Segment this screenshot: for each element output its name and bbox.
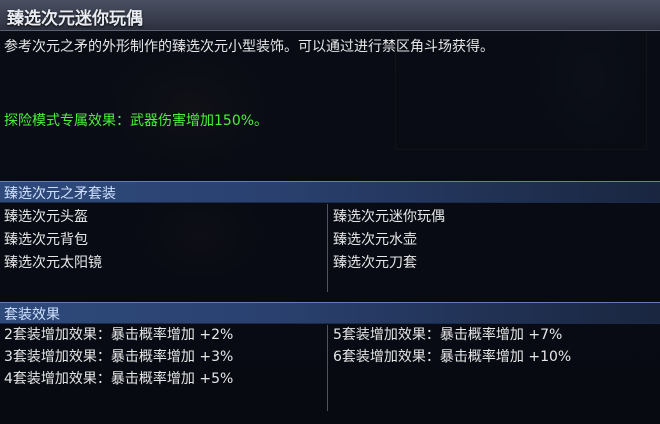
effects-column-divider (327, 325, 328, 411)
set-effect-right-2: 6套装增加效果：暴击概率增加 +10% (333, 349, 572, 365)
set-effect-right-1: 5套装增加效果：暴击概率增加 +7% (333, 327, 563, 343)
set-piece-right-1: 臻选次元迷你玩偶 (333, 209, 445, 225)
set-name: 臻选次元之矛套装 (4, 186, 116, 202)
item-tooltip: 臻选次元迷你玩偶 参考次元之矛的外形制作的臻选次元小型装饰。可以通过进行禁区角斗… (0, 0, 660, 424)
set-piece-left-3: 臻选次元太阳镜 (4, 255, 102, 271)
set-piece-left-2: 臻选次元背包 (4, 232, 88, 248)
set-effect-left-3: 4套装增加效果：暴击概率增加 +5% (4, 371, 234, 387)
set-piece-right-3: 臻选次元刀套 (333, 255, 417, 271)
set-piece-right-2: 臻选次元水壶 (333, 232, 417, 248)
exclusive-effect: 探险模式专属效果：武器伤害增加150%。 (4, 113, 269, 129)
set-effects-title: 套装效果 (4, 307, 60, 323)
set-name-header: 臻选次元之矛套装 (0, 181, 660, 203)
set-effect-left-2: 3套装增加效果：暴击概率增加 +3% (4, 349, 234, 365)
tooltip-title-bar: 臻选次元迷你玩偶 (0, 0, 660, 31)
set-piece-left-1: 臻选次元头盔 (4, 209, 88, 225)
set-column-divider (327, 204, 328, 292)
item-name: 臻选次元迷你玩偶 (7, 9, 143, 29)
item-description: 参考次元之矛的外形制作的臻选次元小型装饰。可以通过进行禁区角斗场获得。 (4, 39, 494, 55)
set-effect-left-1: 2套装增加效果：暴击概率增加 +2% (4, 327, 234, 343)
set-effects-header: 套装效果 (0, 302, 660, 324)
